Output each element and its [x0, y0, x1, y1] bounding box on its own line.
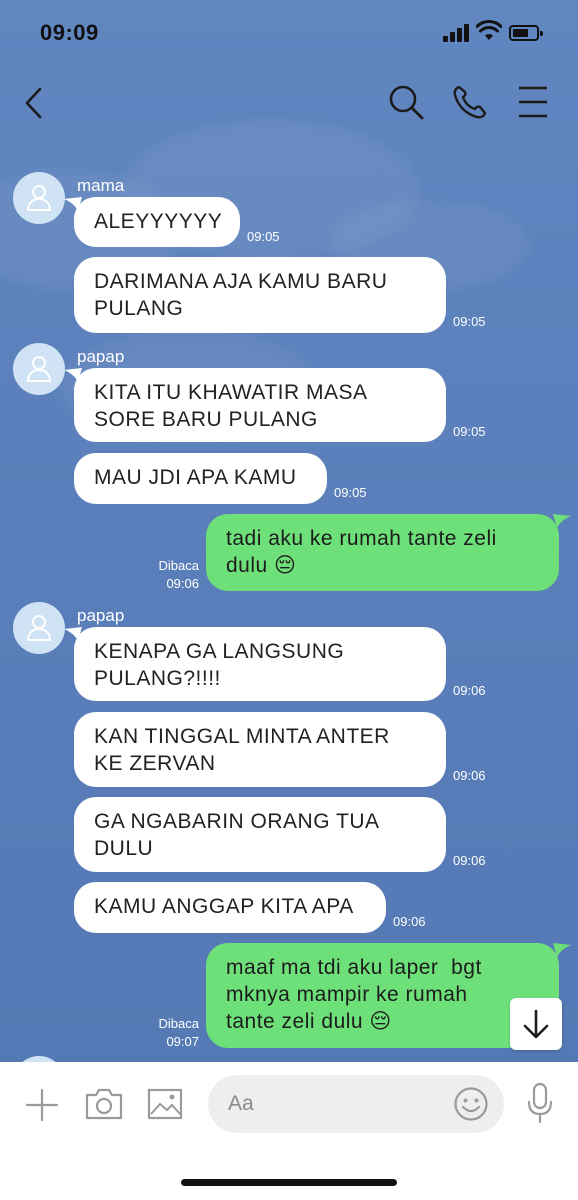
message-time: 09:05: [334, 485, 367, 500]
message-bubble[interactable]: MAU JDI APA KAMU: [74, 453, 327, 504]
message-bubble[interactable]: KITA ITU KHAWATIR MASA SORE BARU PULANG: [74, 368, 446, 442]
message-bubble[interactable]: ALEYYYYYY: [74, 197, 240, 247]
read-receipt: Dibaca 09:06: [139, 557, 199, 593]
message-time: 09:07: [166, 1034, 199, 1049]
message-bubble[interactable]: GA NGABARIN ORANG TUA DULU: [74, 797, 446, 872]
avatar-mama[interactable]: [13, 172, 65, 224]
message-time: 09:06: [453, 768, 486, 783]
battery-icon: [509, 25, 543, 41]
status-time: 09:09: [40, 20, 99, 45]
phone-icon[interactable]: [452, 84, 488, 120]
camera-icon[interactable]: [84, 1087, 124, 1121]
avatar-papap[interactable]: [13, 343, 65, 395]
user-icon: [26, 185, 52, 211]
sender-name: mama: [77, 176, 125, 195]
message-time: 09:05: [453, 424, 486, 439]
avatar-papap[interactable]: [13, 602, 65, 654]
plus-icon[interactable]: [25, 1088, 59, 1122]
message-bubble[interactable]: KENAPA GA LANGSUNG PULANG?!!!!: [74, 627, 446, 701]
search-icon[interactable]: [388, 84, 424, 120]
menu-icon[interactable]: [518, 86, 548, 118]
message-bubble[interactable]: DARIMANA AJA KAMU BARU PULANG: [74, 257, 446, 333]
status-bar: 09:09: [0, 0, 578, 64]
message-time: 09:06: [453, 683, 486, 698]
wifi-icon: [476, 20, 502, 40]
sender-name: papap: [77, 347, 125, 366]
message-time: 09:05: [453, 314, 486, 329]
input-placeholder: Aa: [228, 1092, 254, 1115]
message-time: 09:05: [247, 229, 280, 244]
message-bubble[interactable]: KAN TINGGAL MINTA ANTER KE ZERVAN: [74, 712, 446, 787]
read-label: Dibaca: [158, 558, 199, 573]
message-bubble[interactable]: KAMU ANGGAP KITA APA: [74, 882, 386, 933]
emoji-icon[interactable]: [453, 1086, 489, 1122]
read-receipt: Dibaca 09:07: [139, 1015, 199, 1051]
user-icon: [26, 356, 52, 382]
signal-icon: [443, 24, 471, 42]
microphone-icon[interactable]: [527, 1082, 553, 1124]
bubble-tail: [553, 943, 571, 957]
home-indicator[interactable]: [181, 1179, 397, 1186]
user-icon: [26, 615, 52, 641]
back-icon[interactable]: [22, 86, 46, 120]
message-time: 09:06: [453, 853, 486, 868]
message-input[interactable]: Aa: [208, 1075, 504, 1133]
bubble-tail: [553, 514, 571, 528]
input-bar: Aa: [0, 1062, 578, 1200]
message-bubble-outgoing[interactable]: maaf ma tdi aku laper bgt mknya mampir k…: [206, 943, 559, 1048]
scroll-to-bottom-button[interactable]: [510, 998, 562, 1050]
image-icon[interactable]: [147, 1088, 183, 1120]
message-bubble-outgoing[interactable]: tadi aku ke rumah tante zeli dulu 😔: [206, 514, 559, 591]
message-time: 09:06: [393, 914, 426, 929]
read-label: Dibaca: [158, 1016, 199, 1031]
sender-name: papap: [77, 606, 125, 625]
message-time: 09:06: [166, 576, 199, 591]
arrow-down-icon: [523, 1009, 549, 1039]
